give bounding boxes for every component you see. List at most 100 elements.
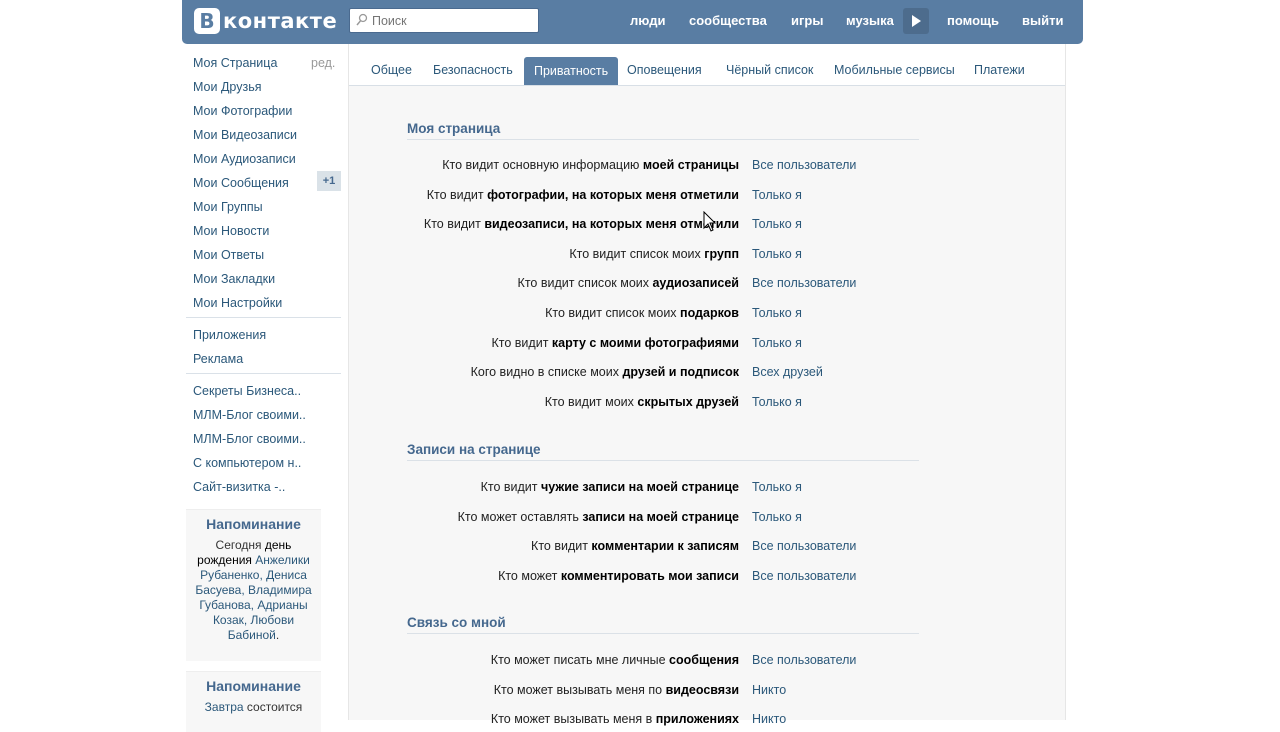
messages-count-badge[interactable]: +1 xyxy=(317,171,341,191)
nav-communities[interactable]: сообщества xyxy=(689,13,767,28)
privacy-setting-label: Кто видит видеозаписи, на которых меня о… xyxy=(424,217,739,231)
sidebar-item-bookmarks[interactable]: Мои Закладки xyxy=(193,272,275,286)
privacy-setting-label-text: Кто может вызывать меня по xyxy=(493,683,666,697)
privacy-setting-label-bold: фотографии, на которых меня отметили xyxy=(487,188,739,202)
sidebar-divider xyxy=(186,317,341,318)
top-header: В контакте люди сообщества игры музыка п… xyxy=(182,0,1083,44)
privacy-setting-value[interactable]: Все пользователи xyxy=(752,158,856,172)
sidebar-item-my-page[interactable]: Моя Страница xyxy=(193,56,277,70)
privacy-setting-value[interactable]: Всех друзей xyxy=(752,365,823,379)
privacy-setting-label: Кто может комментировать мои записи xyxy=(498,569,739,583)
sidebar-item-answers[interactable]: Мои Ответы xyxy=(193,248,264,262)
privacy-setting-label-text: Кто видит xyxy=(426,188,488,202)
sidebar-app-link[interactable]: МЛМ-Блог своими.. xyxy=(193,432,306,446)
sidebar-app-link[interactable]: С компьютером н.. xyxy=(193,456,301,470)
nav-music[interactable]: музыка xyxy=(846,13,894,28)
reminder-box: Напоминание Сегодня день рождения Анжели… xyxy=(186,509,321,661)
logo-text: контакте xyxy=(223,9,338,33)
reminder-title: Напоминание xyxy=(206,516,301,532)
privacy-setting-label-text: Кто может писать мне личные xyxy=(490,653,670,667)
logo[interactable]: В контакте xyxy=(194,7,337,35)
sidebar-item-ads[interactable]: Реклама xyxy=(193,352,243,366)
reminder-text: Завтра состоится xyxy=(194,700,313,715)
privacy-setting-label-text: Кто видит список моих xyxy=(517,276,653,290)
sidebar-app-link[interactable]: МЛМ-Блог своими.. xyxy=(193,408,306,422)
search-box[interactable] xyxy=(349,8,539,33)
privacy-setting-label-text: Кто видит xyxy=(423,217,485,231)
privacy-setting-value[interactable]: Все пользователи xyxy=(752,539,856,553)
privacy-setting-value[interactable]: Только я xyxy=(752,510,802,524)
privacy-setting-value[interactable]: Никто xyxy=(752,683,786,697)
privacy-setting-label: Кто видит список моих аудиозаписей xyxy=(518,276,739,290)
music-play-button[interactable] xyxy=(903,8,929,34)
nav-help[interactable]: помощь xyxy=(947,13,999,28)
privacy-setting-value[interactable]: Только я xyxy=(752,336,802,350)
privacy-setting-label-text: Кто может xyxy=(498,569,561,583)
sidebar-item-photos[interactable]: Мои Фотографии xyxy=(193,104,292,118)
sidebar-item-friends[interactable]: Мои Друзья xyxy=(193,80,262,94)
privacy-setting-label-text: Кто видит xyxy=(531,539,592,553)
tab-general[interactable]: Общее xyxy=(371,63,412,77)
privacy-setting-label: Кого видно в списке моих друзей и подпис… xyxy=(471,365,739,379)
tab-privacy[interactable]: Приватность xyxy=(524,57,619,85)
sidebar-item-groups[interactable]: Мои Группы xyxy=(193,200,263,214)
tab-notifications[interactable]: Оповещения xyxy=(627,63,702,77)
privacy-setting-label: Кто видит фотографии, на которых меня от… xyxy=(427,188,739,202)
privacy-setting-value[interactable]: Только я xyxy=(752,306,802,320)
nav-games[interactable]: игры xyxy=(791,13,823,28)
privacy-setting-value[interactable]: Все пользователи xyxy=(752,276,856,290)
tab-blacklist[interactable]: Чёрный список xyxy=(726,63,813,77)
tab-mobile[interactable]: Мобильные сервисы xyxy=(834,63,955,77)
privacy-setting-value[interactable]: Только я xyxy=(752,247,802,261)
reminder-date-link[interactable]: Завтра xyxy=(205,700,244,714)
tab-security[interactable]: Безопасность xyxy=(433,63,513,77)
privacy-setting-label-bold: друзей и подписок xyxy=(622,365,739,379)
nav-logout[interactable]: выйти xyxy=(1022,13,1063,28)
privacy-setting-label-text: Кто видит xyxy=(491,336,552,350)
privacy-setting-label: Кто видит моих скрытых друзей xyxy=(545,395,739,409)
reminder-text-part: . xyxy=(275,628,280,642)
privacy-setting-label-text: Кого видно в списке моих xyxy=(470,365,623,379)
edit-link[interactable]: ред. xyxy=(311,56,335,70)
nav-people[interactable]: люди xyxy=(630,13,665,28)
privacy-setting-label-bold: аудиозаписей xyxy=(652,276,739,290)
mouse-cursor-icon xyxy=(703,211,717,232)
privacy-setting-label: Кто видит список моих групп xyxy=(569,247,739,261)
privacy-setting-value[interactable]: Все пользователи xyxy=(752,569,856,583)
privacy-setting-label: Кто может писать мне личные сообщения xyxy=(491,653,739,667)
sidebar-item-settings[interactable]: Мои Настройки xyxy=(193,296,282,310)
section-title: Записи на странице xyxy=(407,442,919,461)
sidebar-item-apps[interactable]: Приложения xyxy=(193,328,266,342)
privacy-setting-label: Кто видит чужие записи на моей странице xyxy=(481,480,739,494)
privacy-setting-value[interactable]: Все пользователи xyxy=(752,653,856,667)
privacy-setting-label: Кто может вызывать меня по видеосвязи xyxy=(494,683,739,697)
privacy-setting-label-text: Кто видит список моих xyxy=(569,247,705,261)
privacy-setting-value[interactable]: Только я xyxy=(752,188,802,202)
privacy-setting-label-bold: комментарии к записям xyxy=(591,539,739,553)
privacy-setting-label-text: Кто может вызывать меня в xyxy=(490,712,656,726)
privacy-setting-value[interactable]: Только я xyxy=(752,217,802,231)
sidebar-item-messages[interactable]: Мои Сообщения xyxy=(193,176,289,190)
privacy-setting-value[interactable]: Только я xyxy=(752,480,802,494)
privacy-setting-label: Кто может оставлять записи на моей стран… xyxy=(458,510,739,524)
privacy-setting-label: Кто видит основную информацию моей стран… xyxy=(442,158,739,172)
privacy-setting-label-text: Кто видит список моих xyxy=(545,306,681,320)
search-input[interactable] xyxy=(372,9,532,32)
sidebar-item-videos[interactable]: Мои Видеозаписи xyxy=(193,128,297,142)
privacy-setting-label-bold: приложениях xyxy=(655,712,739,726)
sidebar-item-news[interactable]: Мои Новости xyxy=(193,224,269,238)
sidebar-item-audio[interactable]: Мои Аудиозаписи xyxy=(193,152,296,166)
sidebar-app-link[interactable]: Сайт-визитка -.. xyxy=(193,480,285,494)
tab-payments[interactable]: Платежи xyxy=(974,63,1025,77)
section-title: Моя страница xyxy=(407,121,919,140)
privacy-setting-value[interactable]: Никто xyxy=(752,712,786,726)
privacy-setting-label-text: Кто видит основную информацию xyxy=(442,158,643,172)
logo-icon: В xyxy=(194,8,220,34)
privacy-setting-label: Кто может вызывать меня в приложениях xyxy=(491,712,739,726)
reminder-box: Напоминание Завтра состоится xyxy=(186,671,321,732)
privacy-setting-label-bold: видеозаписи, на которых меня отметили xyxy=(484,217,739,231)
sidebar-app-link[interactable]: Секреты Бизнеса.. xyxy=(193,384,301,398)
privacy-setting-label: Кто видит список моих подарков xyxy=(545,306,739,320)
reminder-title: Напоминание xyxy=(206,678,301,694)
privacy-setting-value[interactable]: Только я xyxy=(752,395,802,409)
